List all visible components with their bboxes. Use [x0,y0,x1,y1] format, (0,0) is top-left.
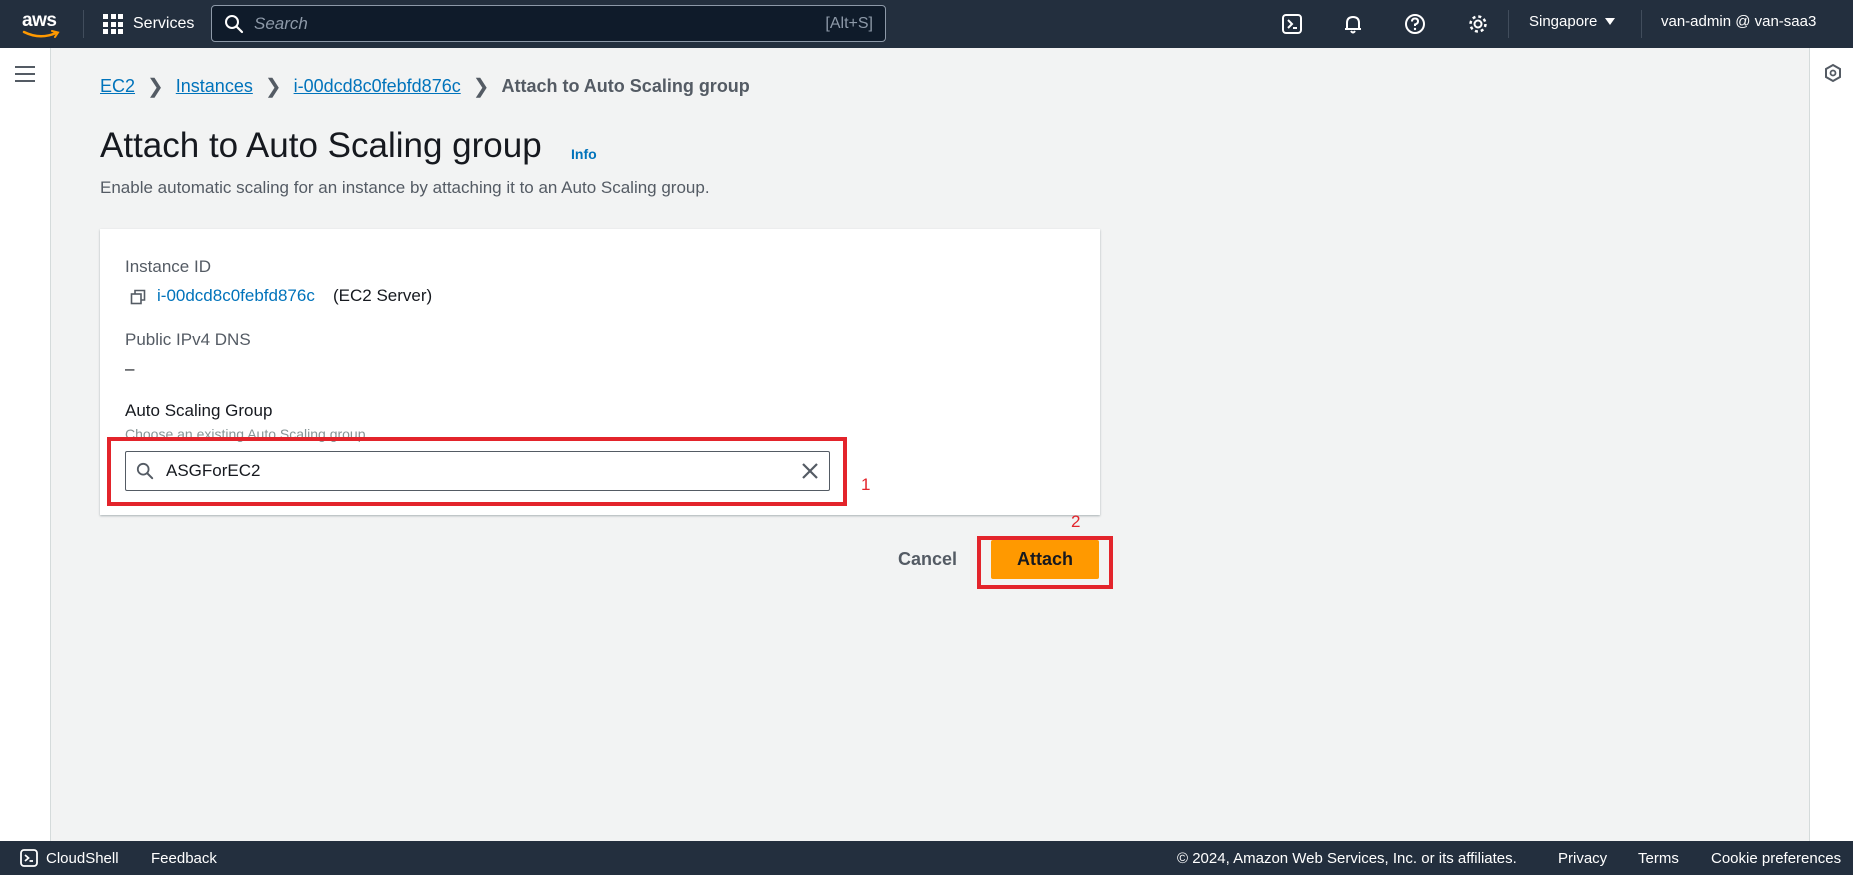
breadcrumb-link-instances[interactable]: Instances [176,76,253,97]
footer-terms-link[interactable]: Terms [1638,850,1679,867]
asg-label: Auto Scaling Group [125,401,273,420]
annotation-number-1: 1 [861,475,871,494]
nav-divider [1641,10,1642,38]
footer-privacy-link[interactable]: Privacy [1558,850,1607,867]
aws-smile-icon [22,30,60,38]
breadcrumb: EC2 ❯ Instances ❯ i-00dcd8c0febfd876c ❯ … [100,74,750,99]
footer: CloudShell Feedback © 2024, Amazon Web S… [0,841,1853,875]
bell-icon [1345,16,1361,34]
help-button[interactable] [1403,12,1427,36]
dns-value: – [125,359,135,378]
footer-cloudshell-link[interactable]: CloudShell [46,850,119,867]
region-label: Singapore [1529,13,1598,30]
chevron-right-icon: ❯ [147,76,164,98]
grid-icon [103,14,123,34]
notifications-button[interactable] [1341,12,1365,36]
hexagon-icon[interactable] [1823,63,1843,83]
annotation-number-2: 2 [1071,512,1081,531]
chevron-right-icon: ❯ [264,76,282,98]
breadcrumb-link-instance[interactable]: i-00dcd8c0febfd876c [294,76,461,97]
search-input[interactable] [254,13,826,34]
aws-logo[interactable]: aws [20,8,64,40]
breadcrumb-current: Attach to Auto Scaling group [501,76,750,96]
footer-copyright: © 2024, Amazon Web Services, Inc. or its… [1177,850,1517,867]
search-icon [225,14,244,33]
gear-icon [1469,15,1487,33]
cloudshell-icon [1282,14,1302,34]
help-icon [1405,14,1425,34]
copy-icon[interactable] [130,289,146,305]
region-selector[interactable]: Singapore [1529,13,1616,30]
page-description: Enable automatic scaling for an instance… [100,178,710,197]
instance-id-link[interactable]: i-00dcd8c0febfd876c [157,286,315,306]
hamburger-icon[interactable] [15,66,35,82]
account-menu[interactable]: van-admin @ van-saa3 [1661,13,1816,30]
cloudshell-icon [20,849,38,867]
nav-divider [83,10,84,38]
left-side-rail [0,48,51,841]
instance-name: (EC2 Server) [333,286,433,305]
account-label: van-admin @ van-saa3 [1661,13,1817,30]
search-bar[interactable]: [Alt+S] [211,5,886,42]
aws-logo-text: aws [22,10,57,31]
cloudshell-nav-button[interactable] [1280,12,1304,36]
services-label: Services [133,15,195,32]
footer-cookie-link[interactable]: Cookie preferences [1711,850,1841,867]
caret-down-icon [1605,18,1616,25]
top-navigation: aws Services [Alt+S] [0,0,1853,48]
instance-id-label: Instance ID [125,257,211,276]
right-side-rail [1809,48,1853,841]
breadcrumb-link-ec2[interactable]: EC2 [100,76,135,97]
footer-feedback-link[interactable]: Feedback [151,850,217,867]
page-title: Attach to Auto Scaling group [100,126,542,165]
info-link[interactable]: Info [571,146,597,162]
dns-label: Public IPv4 DNS [125,330,251,349]
annotation-box-1 [107,437,847,506]
chevron-right-icon: ❯ [472,76,490,98]
nav-divider [1508,10,1509,38]
attach-button[interactable]: Attach [991,540,1099,579]
settings-button[interactable] [1466,12,1490,36]
search-shortcut: [Alt+S] [825,14,873,32]
cancel-button[interactable]: Cancel [890,546,965,572]
services-menu-button[interactable]: Services [103,12,194,36]
